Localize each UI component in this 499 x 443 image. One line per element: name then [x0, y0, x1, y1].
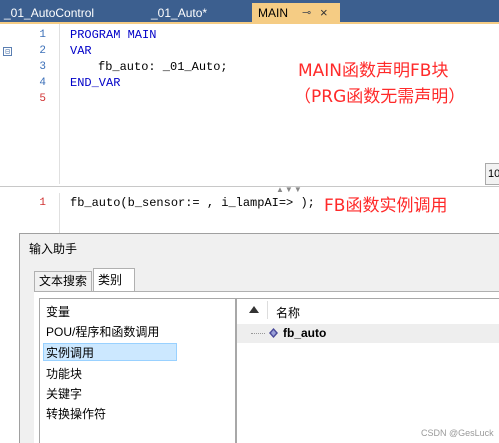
- fold-collapse-icon[interactable]: ⊟: [3, 47, 12, 56]
- side-panel-button[interactable]: 10: [485, 163, 499, 185]
- code-line: END_VAR: [70, 76, 121, 90]
- dialog-title: 输入助手: [29, 242, 78, 256]
- code-line: VAR: [70, 44, 92, 58]
- category-list[interactable]: 变量 POU/程序和函数调用 实例调用 功能块 关键字 转换操作符: [39, 298, 236, 443]
- code-line: fb_auto: _01_Auto;: [98, 60, 228, 74]
- category-item[interactable]: 功能块: [46, 365, 82, 383]
- code-line: PROGRAM MAIN: [70, 28, 157, 42]
- pin-icon[interactable]: ⊸: [302, 3, 311, 23]
- line-number-current: 5: [39, 93, 46, 105]
- tab-01-autocontrol[interactable]: _01_AutoControl: [0, 3, 145, 23]
- column-header-name[interactable]: 名称: [276, 304, 300, 321]
- code-arguments: (b_sensor:= , i_lampAI=> );: [120, 196, 315, 210]
- annotation-fb-declaration: MAIN函数声明FB块: [298, 61, 449, 81]
- results-header: 名称: [237, 299, 499, 321]
- category-item[interactable]: 转换操作符: [46, 405, 106, 423]
- code-function-name: fb_auto: [70, 196, 121, 210]
- category-item[interactable]: 变量: [46, 303, 70, 321]
- document-tab-bar: _01_AutoControl _01_Auto* MAIN ⊸ ×: [0, 0, 499, 24]
- line-number: 3: [39, 61, 46, 73]
- tree-connector: [251, 333, 265, 334]
- tab-01-auto[interactable]: _01_Auto*: [147, 3, 249, 23]
- input-assistant-dialog: 输入助手 文本搜索 类别 变量 POU/程序和函数调用 实例调用 功能块 关键字…: [19, 233, 499, 443]
- tab-categories[interactable]: 类别: [93, 268, 135, 291]
- line-number: 4: [39, 77, 46, 89]
- annotation-prg-note: （PRG函数无需声明）: [294, 87, 466, 107]
- function-block-icon: [269, 328, 278, 338]
- declaration-editor[interactable]: 1 2 3 4 5 ⊟ PROGRAM MAIN VAR fb_auto: _0…: [0, 24, 499, 184]
- tab-main-label: MAIN: [258, 6, 288, 20]
- tab-text-search[interactable]: 文本搜索: [34, 271, 92, 291]
- watermark: CSDN @GesLuck: [421, 428, 494, 438]
- sort-up-icon[interactable]: [249, 306, 259, 313]
- line-number: 1: [39, 29, 46, 41]
- tab-main[interactable]: MAIN ⊸ ×: [252, 3, 340, 23]
- line-number-current: 1: [39, 197, 46, 209]
- line-number: 2: [39, 45, 46, 57]
- category-item[interactable]: POU/程序和函数调用: [46, 323, 159, 341]
- category-item[interactable]: 关键字: [46, 385, 82, 403]
- result-row[interactable]: fb_auto: [237, 324, 499, 343]
- category-item-selected[interactable]: 实例调用: [43, 343, 177, 361]
- column-separator: [267, 301, 268, 319]
- result-item-name: fb_auto: [283, 326, 327, 340]
- close-icon[interactable]: ×: [320, 3, 328, 23]
- results-panel[interactable]: 名称 fb_auto: [236, 298, 499, 443]
- annotation-fb-call: FB函数实例调用: [324, 196, 448, 216]
- code-line: fb_auto(b_sensor:= , i_lampAI=> );: [70, 196, 315, 211]
